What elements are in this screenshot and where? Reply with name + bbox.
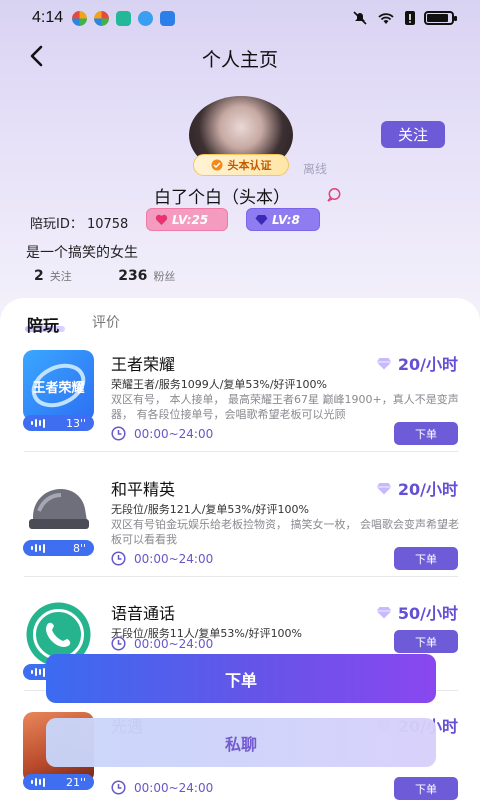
clock-icon bbox=[111, 636, 126, 651]
divider bbox=[24, 576, 458, 577]
place-order-button[interactable]: 下单 bbox=[46, 654, 436, 703]
service-price: 20/小时 bbox=[376, 476, 458, 500]
service-item[interactable]: 8'' 和平精英 20/小时 无段位/服务121人/复单53%/好评100% 双… bbox=[0, 475, 480, 601]
sim-alert-icon bbox=[405, 11, 415, 25]
voice-duration: 13'' bbox=[65, 416, 86, 430]
clock-icon bbox=[111, 551, 126, 566]
level-badge-wealth: LV:8 bbox=[246, 208, 320, 231]
hours-value: 00:00~24:00 bbox=[134, 636, 214, 651]
tab-reviews[interactable]: 评价 bbox=[92, 312, 120, 332]
shield-app-icon bbox=[116, 11, 131, 26]
clock-icon bbox=[111, 426, 126, 441]
hours-value: 00:00~24:00 bbox=[134, 780, 214, 795]
diamond-icon bbox=[376, 482, 392, 494]
diamond-icon bbox=[376, 606, 392, 618]
service-title: 王者荣耀 bbox=[111, 355, 176, 374]
service-meta: 无段位/服务121人/复单53%/好评100% bbox=[111, 503, 310, 516]
divider bbox=[24, 451, 458, 452]
hours-value: 00:00~24:00 bbox=[134, 551, 214, 566]
service-meta: 荣耀王者/服务1099人/复单53%/好评100% bbox=[111, 378, 328, 391]
order-button[interactable]: 下单 bbox=[394, 422, 458, 445]
cloud-app-icon bbox=[160, 11, 175, 26]
follow-stats: 2 关注 236 粉丝 bbox=[34, 268, 175, 284]
price-value: 20/小时 bbox=[397, 355, 458, 374]
service-item[interactable]: 王者荣耀 13'' 王者荣耀 20/小时 荣耀王者/服务1099人/复单53%/… bbox=[0, 350, 480, 476]
username: 白了个白（头本） bbox=[154, 188, 290, 208]
cert-badge-label: 头本认证 bbox=[227, 159, 272, 172]
wifi-icon bbox=[378, 13, 394, 24]
voice-intro-button[interactable]: 13'' bbox=[23, 415, 94, 431]
voice-duration: 21'' bbox=[65, 775, 86, 789]
cloud-app-icon bbox=[138, 11, 153, 26]
price-value: 20/小时 bbox=[397, 480, 458, 499]
mute-icon bbox=[353, 11, 367, 25]
diamond-icon bbox=[376, 357, 392, 369]
fans-count: 236 bbox=[118, 268, 148, 284]
diamond-icon bbox=[255, 214, 268, 225]
app-notification-icon bbox=[94, 11, 109, 26]
order-button[interactable]: 下单 bbox=[394, 777, 458, 800]
nav-bar: 个人主页 bbox=[0, 36, 480, 78]
battery-icon bbox=[424, 11, 457, 25]
follow-button[interactable]: 关注 bbox=[381, 121, 445, 148]
private-chat-button[interactable]: 私聊 bbox=[46, 718, 436, 767]
voice-wave-icon bbox=[31, 777, 45, 787]
certification-badge: 头本认证 bbox=[193, 154, 289, 176]
service-hours: 00:00~24:00 bbox=[111, 636, 213, 651]
order-button[interactable]: 下单 bbox=[394, 547, 458, 570]
voice-duration: 8'' bbox=[72, 541, 86, 555]
service-hours: 00:00~24:00 bbox=[111, 551, 213, 566]
service-price: 20/小时 bbox=[376, 351, 458, 375]
voice-wave-icon bbox=[31, 543, 45, 553]
game-thumbnail: 王者荣耀 bbox=[23, 350, 94, 421]
clock-icon bbox=[111, 780, 126, 795]
game-logo-text: 王者荣耀 bbox=[32, 381, 85, 396]
fans-label: 粉丝 bbox=[153, 270, 176, 283]
online-status: 离线 bbox=[303, 162, 328, 176]
service-title: 语音通话 bbox=[111, 604, 176, 623]
bio-text: 是一个搞笑的女生 bbox=[26, 245, 138, 261]
voice-wave-icon bbox=[31, 667, 45, 677]
service-description: 双区有号铂金玩娱乐给老板捡物资， 搞笑女一枚， 会唱歌会变声希望老板可以看看我 bbox=[111, 518, 459, 546]
order-button[interactable]: 下单 bbox=[394, 630, 458, 653]
app-notification-icon bbox=[72, 11, 87, 26]
service-description: 双区有号， 本人接单， 最高荣耀王者67星 巅峰1900+，真人不是变声器， 有… bbox=[111, 393, 459, 421]
chat-bubble-icon[interactable] bbox=[326, 187, 342, 203]
service-hours: 00:00~24:00 bbox=[111, 780, 213, 795]
tab-companion[interactable]: 陪玩 bbox=[27, 312, 59, 336]
voice-wave-icon bbox=[31, 418, 45, 428]
level-charm-value: LV:25 bbox=[172, 212, 209, 227]
level-badge-charm: LV:25 bbox=[146, 208, 228, 231]
following-count: 2 bbox=[34, 268, 44, 284]
page-title: 个人主页 bbox=[201, 49, 278, 71]
hours-value: 00:00~24:00 bbox=[134, 426, 214, 441]
status-bar: 4:14 bbox=[0, 0, 480, 36]
game-thumbnail bbox=[23, 475, 94, 546]
cert-check-icon bbox=[211, 159, 222, 171]
player-id: 陪玩ID： 10758 bbox=[30, 217, 129, 232]
following-label: 关注 bbox=[49, 270, 72, 283]
voice-intro-button[interactable]: 21'' bbox=[23, 774, 94, 790]
service-hours: 00:00~24:00 bbox=[111, 426, 213, 441]
status-time: 4:14 bbox=[32, 9, 64, 26]
price-value: 50/小时 bbox=[397, 604, 458, 623]
heart-icon bbox=[155, 214, 168, 225]
voice-intro-button[interactable]: 8'' bbox=[23, 540, 94, 556]
service-title: 和平精英 bbox=[111, 480, 176, 499]
level-wealth-value: LV:8 bbox=[272, 212, 300, 227]
service-price: 50/小时 bbox=[376, 600, 458, 624]
